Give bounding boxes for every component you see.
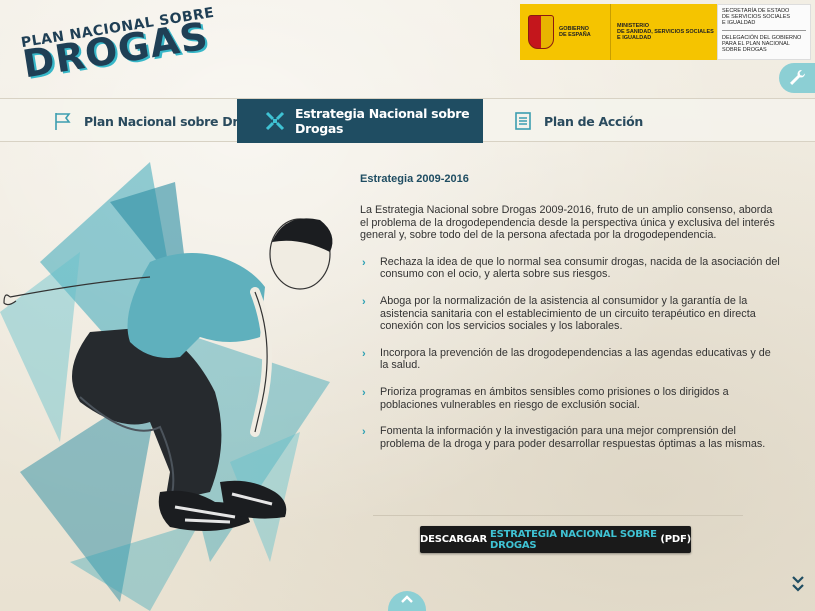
espana-text: DE ESPAÑA xyxy=(559,32,591,38)
chevron-right-icon: › xyxy=(362,347,366,360)
gobierno-block: GOBIERNO DE ESPAÑA xyxy=(520,4,610,60)
list-item: › Rechaza la idea de que lo normal sea co… xyxy=(360,256,780,281)
document-icon xyxy=(512,110,534,132)
list-item: › Prioriza programas en ámbitos sensibles… xyxy=(360,386,780,411)
chevron-right-icon: › xyxy=(362,295,366,308)
list-item-text: Aboga por la normalización de la asisten… xyxy=(380,294,756,333)
download-highlight: ESTRATEGIA NACIONAL SOBRE DROGAS xyxy=(489,528,657,551)
chevron-up-icon xyxy=(401,595,413,603)
cross-arrows-icon xyxy=(265,110,285,132)
plan-nacional-logo[interactable]: PLAN NACIONAL SOBRE DROGAS xyxy=(14,5,216,87)
wrench-icon xyxy=(790,70,805,85)
tools-button[interactable] xyxy=(779,63,815,93)
tab-label: Estrategia Nacional sobre Drogas xyxy=(295,106,470,136)
chevron-right-icon: › xyxy=(362,426,366,439)
tab-estrategia-nacional[interactable]: Estrategia Nacional sobre Drogas xyxy=(237,99,483,143)
hero-illustration xyxy=(0,142,360,611)
strategy-bullets: › Rechaza la idea de que lo normal sea co… xyxy=(360,256,780,451)
download-suffix: (PDF) xyxy=(660,534,691,545)
flag-icon xyxy=(52,110,74,132)
government-logo: GOBIERNO DE ESPAÑA MINISTERIO DE SANIDAD… xyxy=(520,4,811,60)
ministerio-text-3: E IGUALDAD xyxy=(617,35,652,41)
content-divider xyxy=(373,515,743,516)
download-prefix: DESCARGAR xyxy=(420,534,487,545)
list-item: › Fomenta la información y la investigaci… xyxy=(360,425,780,450)
tab-label: Plan de Acción xyxy=(544,113,643,129)
double-chevron-down-icon xyxy=(792,576,804,592)
list-item: › Aboga por la normalización de la asiste… xyxy=(360,295,780,333)
download-pdf-button[interactable]: DESCARGAR ESTRATEGIA NACIONAL SOBRE DROG… xyxy=(420,526,691,553)
list-item-text: Incorpora la prevención de las drogodepe… xyxy=(380,346,771,372)
chevron-right-icon: › xyxy=(362,256,366,269)
ministerio-block: MINISTERIO DE SANIDAD, SERVICIOS SOCIALE… xyxy=(610,4,717,60)
coat-of-arms-icon xyxy=(528,15,554,49)
list-item-text: Rechaza la idea de que lo normal sea con… xyxy=(380,255,780,281)
list-item-text: Prioriza programas en ámbitos sensibles … xyxy=(380,385,729,411)
chevron-right-icon: › xyxy=(362,386,366,399)
list-item-text: Fomenta la información y la investigació… xyxy=(380,425,766,450)
section-heading: Estrategia 2009-2016 xyxy=(360,173,469,185)
main-content: Estrategia 2009-2016 La Estrategia Nacio… xyxy=(360,173,780,464)
secretaria-text-3: E IGUALDAD xyxy=(722,20,756,26)
scroll-down-button[interactable] xyxy=(789,575,807,597)
tab-plan-de-accion[interactable]: Plan de Acción xyxy=(512,99,643,143)
main-tabs: Plan Nacional sobre Drogas Estrategia Na… xyxy=(0,98,815,143)
delegacion-block: SECRETARÍA DE ESTADO DE SERVICIOS SOCIAL… xyxy=(717,4,811,60)
intro-paragraph: La Estrategia Nacional sobre Drogas 2009… xyxy=(360,204,775,242)
delegacion-text-2: PARA EL PLAN NACIONAL SOBRE DROGAS xyxy=(722,41,790,53)
list-item: › Incorpora la prevención de las drogodep… xyxy=(360,347,780,372)
